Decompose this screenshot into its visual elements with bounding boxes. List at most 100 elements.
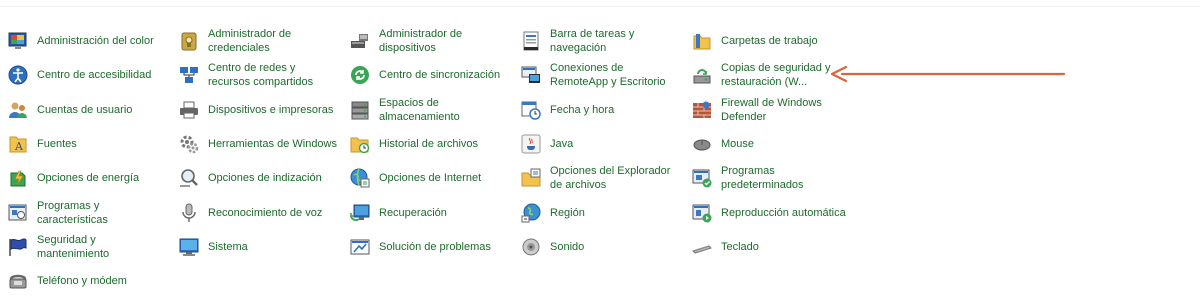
recovery-icon <box>348 201 372 225</box>
cp-item-security-maintenance[interactable]: Seguridad y mantenimiento <box>6 230 177 264</box>
cp-item-accessibility[interactable]: Centro de accesibilidad <box>6 58 177 92</box>
cp-item-recovery[interactable]: Recuperación <box>348 195 519 229</box>
cp-item-file-history[interactable]: Historial de archivos <box>348 127 519 161</box>
cp-item-speech-recognition[interactable]: Reconocimiento de voz <box>177 195 348 229</box>
cp-item-label: Recuperación <box>379 206 447 219</box>
cp-item-label: Administrador de dispositivos <box>379 28 463 55</box>
cp-item-label: Espacios de almacenamiento <box>379 96 460 123</box>
microphone-icon <box>177 201 201 225</box>
printer-icon <box>177 98 201 122</box>
cp-item-label: Reproducción automática <box>721 206 846 219</box>
taskbar-icon <box>519 29 543 53</box>
credential-manager-icon <box>177 29 201 53</box>
cp-item-sync[interactable]: Centro de sincronización <box>348 58 519 92</box>
cp-item-label: Firewall de Windows Defender <box>721 96 822 123</box>
cp-item-programs-features[interactable]: Programas y características <box>6 195 177 229</box>
cp-item-color-management[interactable]: Administración del color <box>6 24 177 58</box>
top-divider <box>0 6 1200 7</box>
cp-item-taskbar[interactable]: Barra de tareas y navegación <box>519 24 690 58</box>
cp-item-label: Opciones de Internet <box>379 172 482 185</box>
file-history-icon <box>348 132 372 156</box>
cp-item-user-accounts[interactable]: Cuentas de usuario <box>6 93 177 127</box>
cp-item-troubleshooting[interactable]: Solución de problemas <box>348 230 519 264</box>
cp-item-label: Teclado <box>721 240 759 253</box>
cp-item-label: Barra de tareas y navegación <box>550 28 635 55</box>
storage-spaces-icon <box>348 98 372 122</box>
backup-restore-icon <box>690 63 714 87</box>
phone-modem-icon <box>6 269 30 293</box>
cp-item-label: Herramientas de Windows <box>208 138 337 151</box>
user-accounts-icon <box>6 98 30 122</box>
cp-item-label: Región <box>550 206 585 219</box>
cp-item-network[interactable]: Centro de redes y recursos compartidos <box>177 58 348 92</box>
cp-item-label: Java <box>550 138 574 151</box>
cp-item-label: Carpetas de trabajo <box>721 35 818 48</box>
cp-item-keyboard[interactable]: Teclado <box>690 230 861 264</box>
mouse-icon <box>690 132 714 156</box>
cp-item-sound[interactable]: Sonido <box>519 230 690 264</box>
windows-tools-icon <box>177 132 201 156</box>
fonts-icon: A <box>6 132 30 156</box>
cp-item-windows-tools[interactable]: Herramientas de Windows <box>177 127 348 161</box>
annotation-arrow <box>830 65 1066 83</box>
cp-item-internet-options[interactable]: Opciones de Internet <box>348 161 519 195</box>
cp-item-label: Centro de accesibilidad <box>37 69 152 82</box>
cp-item-device-manager[interactable]: Administrador de dispositivos <box>348 24 519 58</box>
control-panel-grid: Administración del color Administrador d… <box>6 24 861 298</box>
cp-item-label: Programas y características <box>37 199 108 226</box>
cp-item-label: Administrador de credenciales <box>208 28 292 55</box>
sound-icon <box>519 235 543 259</box>
cp-item-system[interactable]: Sistema <box>177 230 348 264</box>
svg-text:A: A <box>14 140 24 153</box>
java-icon <box>519 132 543 156</box>
explorer-options-icon <box>519 166 543 190</box>
cp-item-label: Solución de problemas <box>379 240 491 253</box>
cp-item-region[interactable]: Región <box>519 195 690 229</box>
troubleshooting-icon <box>348 235 372 259</box>
cp-item-label: Administración del color <box>37 35 154 48</box>
default-programs-icon <box>690 166 714 190</box>
date-time-icon <box>519 98 543 122</box>
cp-item-label: Dispositivos e impresoras <box>208 103 334 116</box>
cp-item-label: Opciones de energía <box>37 172 140 185</box>
cp-item-label: Mouse <box>721 138 755 151</box>
cp-item-java[interactable]: Java <box>519 127 690 161</box>
work-folders-icon <box>690 29 714 53</box>
indexing-icon <box>177 166 201 190</box>
cp-item-label: Historial de archivos <box>379 138 479 151</box>
cp-item-autoplay[interactable]: Reproducción automática <box>690 195 861 229</box>
cp-item-label: Cuentas de usuario <box>37 103 133 116</box>
keyboard-icon <box>690 235 714 259</box>
cp-item-label: Reconocimiento de voz <box>208 206 323 219</box>
sync-icon <box>348 63 372 87</box>
firewall-icon <box>690 98 714 122</box>
cp-item-label: Centro de sincronización <box>379 69 501 82</box>
power-options-icon <box>6 166 30 190</box>
cp-item-phone-modem[interactable]: Teléfono y módem <box>6 264 177 298</box>
cp-item-remoteapp[interactable]: Conexiones de RemoteApp y Escritorio <box>519 58 690 92</box>
programs-features-icon <box>6 201 30 225</box>
cp-item-date-time[interactable]: Fecha y hora <box>519 93 690 127</box>
cp-item-fonts[interactable]: A Fuentes <box>6 127 177 161</box>
accessibility-icon <box>6 63 30 87</box>
cp-item-label: Fecha y hora <box>550 103 615 116</box>
cp-item-default-programs[interactable]: Programas predeterminados <box>690 161 861 195</box>
cp-item-label: Teléfono y módem <box>37 275 127 288</box>
cp-item-power-options[interactable]: Opciones de energía <box>6 161 177 195</box>
network-icon <box>177 63 201 87</box>
cp-item-devices-printers[interactable]: Dispositivos e impresoras <box>177 93 348 127</box>
region-icon <box>519 201 543 225</box>
cp-item-firewall[interactable]: Firewall de Windows Defender <box>690 93 861 127</box>
cp-item-credential-manager[interactable]: Administrador de credenciales <box>177 24 348 58</box>
system-icon <box>177 235 201 259</box>
cp-item-label: Sistema <box>208 240 248 253</box>
color-management-icon <box>6 29 30 53</box>
cp-item-explorer-options[interactable]: Opciones del Explorador de archivos <box>519 161 690 195</box>
cp-item-mouse[interactable]: Mouse <box>690 127 861 161</box>
cp-item-indexing[interactable]: Opciones de indización <box>177 161 348 195</box>
device-manager-icon <box>348 29 372 53</box>
cp-item-work-folders[interactable]: Carpetas de trabajo <box>690 24 861 58</box>
security-flag-icon <box>6 235 30 259</box>
internet-options-icon <box>348 166 372 190</box>
cp-item-storage-spaces[interactable]: Espacios de almacenamiento <box>348 93 519 127</box>
